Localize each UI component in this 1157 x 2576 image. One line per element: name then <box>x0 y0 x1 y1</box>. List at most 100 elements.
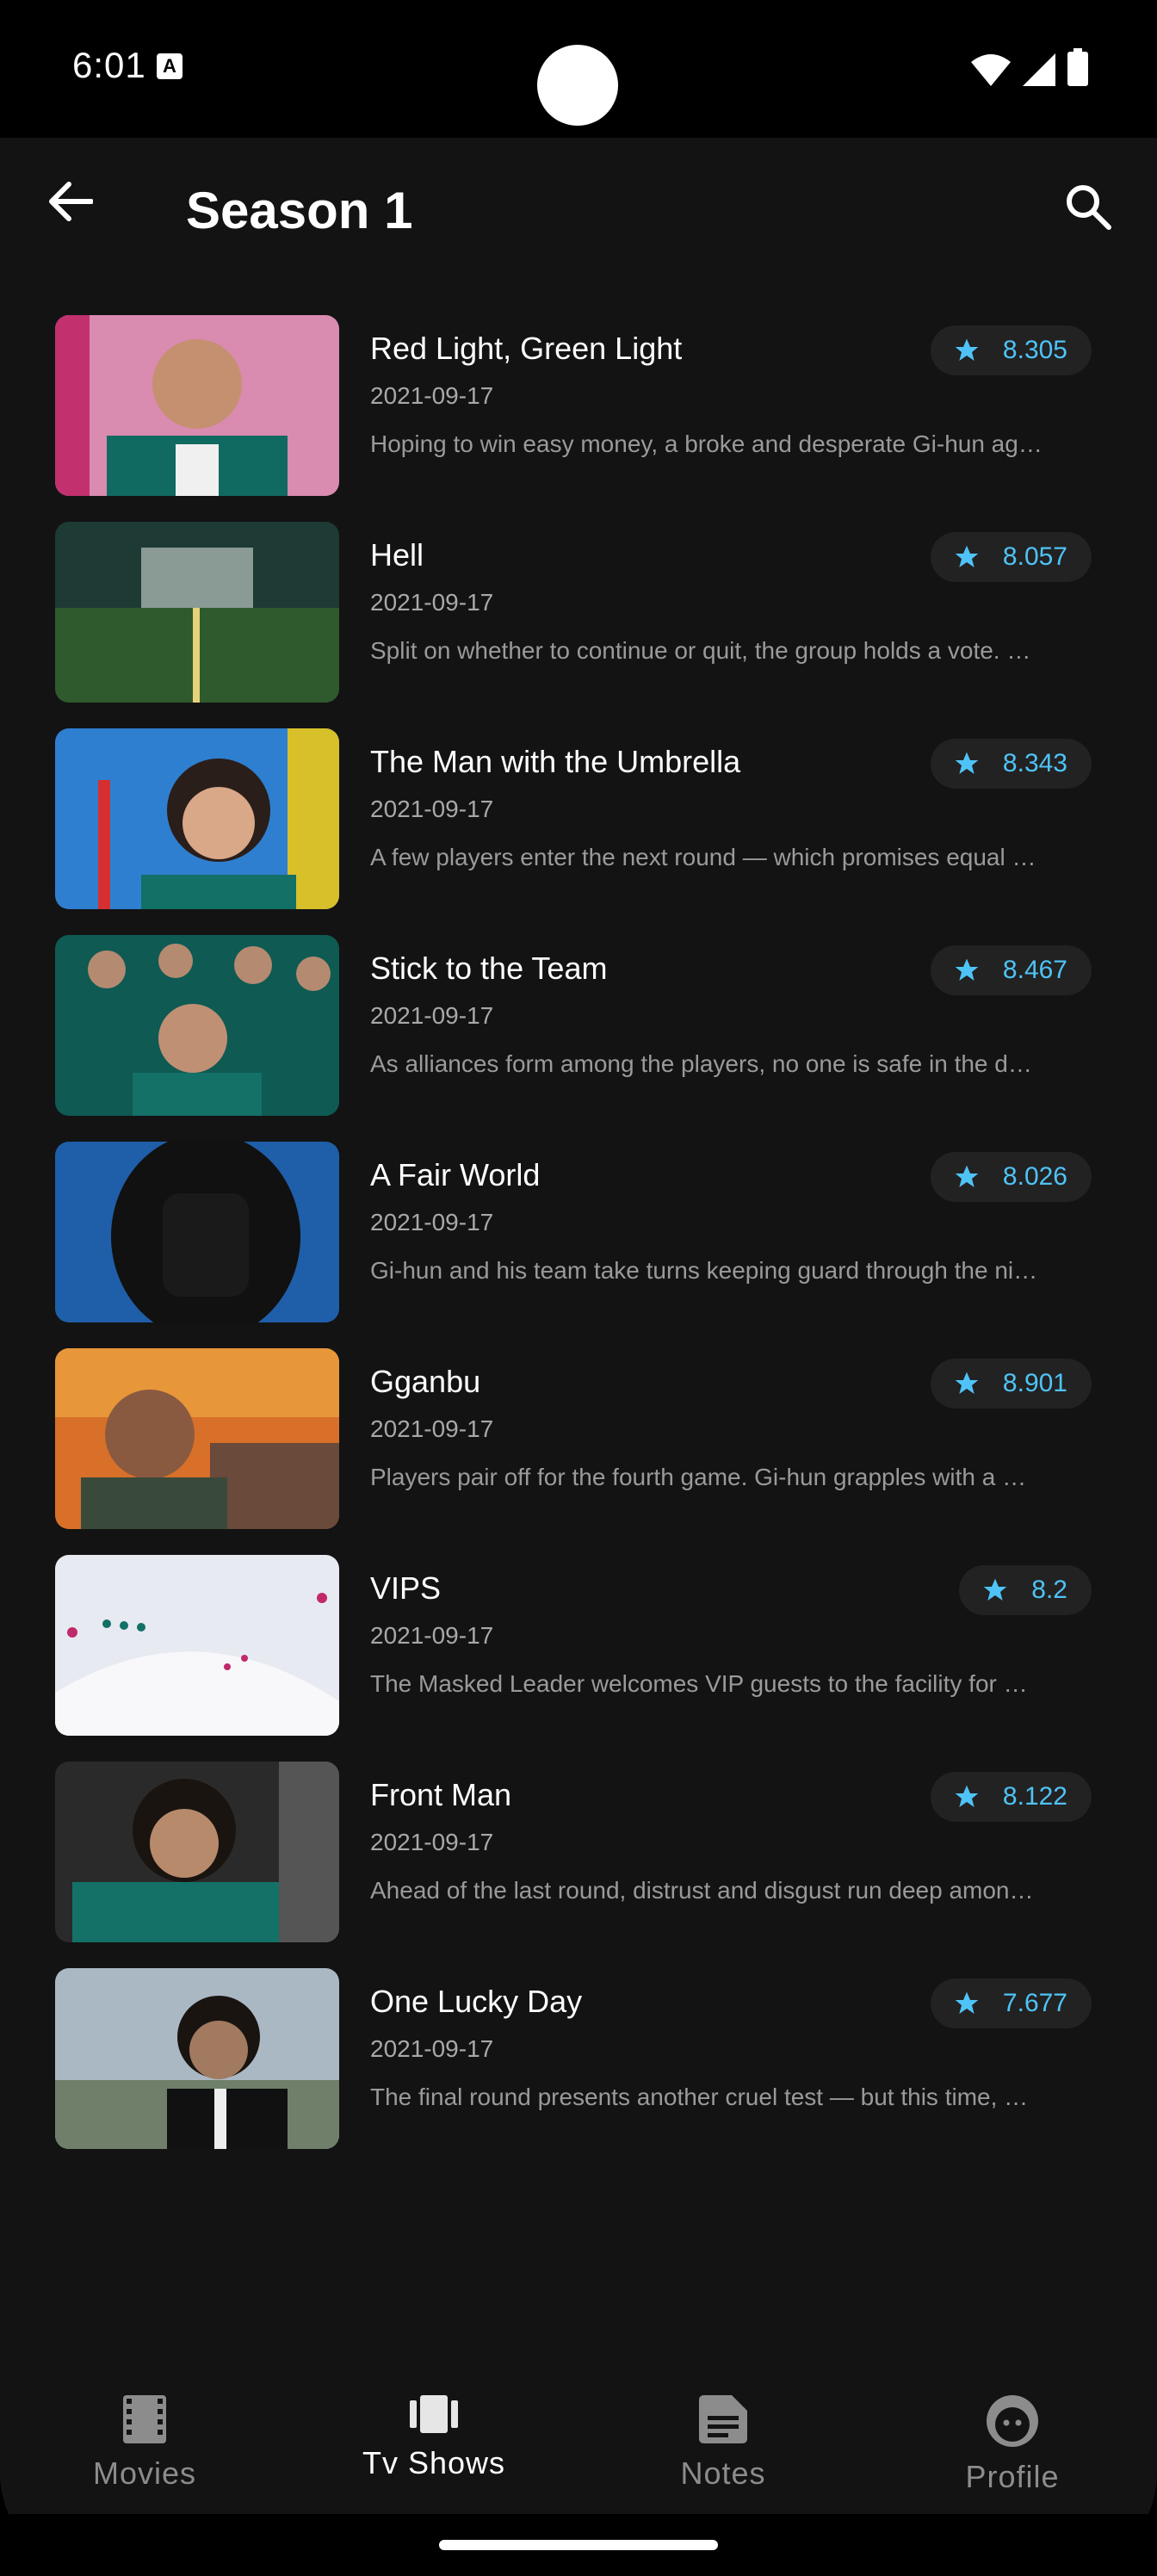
tv-shows-icon <box>410 2395 458 2433</box>
episode-thumbnail <box>55 1762 339 1942</box>
rating-value: 8.122 <box>1002 1782 1067 1811</box>
notification-icon: A <box>157 53 183 79</box>
status-time: 6:01 <box>72 45 146 85</box>
episode-date: 2021-09-17 <box>370 1002 494 1029</box>
rating-badge: 8.467 <box>930 945 1092 995</box>
rating-value: 8.2 <box>1031 1576 1067 1604</box>
signal-icon <box>1023 53 1055 86</box>
rating-value: 7.677 <box>1002 1989 1067 2017</box>
episode-date: 2021-09-17 <box>370 796 494 822</box>
nav-item-profile[interactable]: Profile <box>868 2359 1157 2514</box>
episode-date: 2021-09-17 <box>370 382 494 409</box>
episode-date: 2021-09-17 <box>370 1209 494 1235</box>
back-button[interactable] <box>41 172 100 231</box>
episode-thumbnail <box>55 728 339 909</box>
notification-badge-text: A <box>163 55 176 77</box>
nav-label: Movies <box>92 2455 197 2491</box>
episode-thumbnail <box>55 935 339 1116</box>
rating-badge: 8.122 <box>930 1772 1092 1822</box>
episode-date: 2021-09-17 <box>370 2035 494 2062</box>
episode-title: VIPS <box>370 1570 442 1606</box>
episode-title: A Fair World <box>370 1157 541 1192</box>
rating-badge: 8.2 <box>959 1565 1092 1615</box>
episode-title: Front Man <box>370 1777 512 1812</box>
page-title: Season 1 <box>186 182 413 239</box>
status-bar: 6:01 A <box>0 0 1157 138</box>
rating-badge: 8.026 <box>930 1152 1092 1202</box>
episode-title: Stick to the Team <box>370 951 608 986</box>
episode-list: Red Light, Green Light 2021-09-17 Hoping… <box>0 313 1157 2173</box>
camera-cutout <box>537 45 618 126</box>
episode-thumbnail <box>55 315 339 496</box>
star-icon <box>955 958 979 981</box>
episode-item[interactable]: A Fair World 2021-09-17 Gi-hun and his t… <box>0 1140 1157 1347</box>
profile-icon <box>987 2395 1038 2447</box>
wifi-icon <box>971 54 1011 86</box>
search-button[interactable] <box>1054 172 1123 241</box>
rating-badge: 8.057 <box>930 532 1092 582</box>
episode-date: 2021-09-17 <box>370 1415 494 1442</box>
episode-overview: The Masked Leader welcomes VIP guests to… <box>370 1670 1028 1697</box>
star-icon <box>955 752 979 774</box>
home-gesture-handle[interactable] <box>439 2540 718 2550</box>
episode-overview: The final round presents another cruel t… <box>370 2084 1029 2110</box>
rating-value: 8.467 <box>1002 956 1067 984</box>
episode-thumbnail <box>55 1348 339 1529</box>
episode-item[interactable]: Red Light, Green Light 2021-09-17 Hoping… <box>0 313 1157 520</box>
episode-title: One Lucky Day <box>370 1984 583 2019</box>
nav-item-tv-shows[interactable]: Tv Shows <box>289 2359 578 2514</box>
star-icon <box>955 545 979 567</box>
episode-title: Red Light, Green Light <box>370 331 683 366</box>
nav-item-movies[interactable]: Movies <box>0 2359 289 2514</box>
nav-item-notes[interactable]: Notes <box>578 2359 868 2514</box>
episode-overview: Ahead of the last round, distrust and di… <box>370 1877 1034 1904</box>
nav-label: Notes <box>680 2455 766 2491</box>
episode-thumbnail <box>55 1555 339 1736</box>
episode-date: 2021-09-17 <box>370 1622 494 1649</box>
star-icon <box>983 1578 1007 1601</box>
star-icon <box>955 1165 979 1187</box>
rating-badge: 8.305 <box>930 325 1092 375</box>
episode-thumbnail <box>55 1968 339 2149</box>
battery-icon <box>1067 48 1088 86</box>
episode-item[interactable]: Stick to the Team 2021-09-17 As alliance… <box>0 933 1157 1140</box>
episode-overview: Gi-hun and his team take turns keeping g… <box>370 1257 1038 1284</box>
rating-value: 8.057 <box>1002 542 1067 571</box>
episode-thumbnail <box>55 522 339 703</box>
arrow-left-icon <box>49 182 93 221</box>
episode-overview: Split on whether to continue or quit, th… <box>370 637 1031 664</box>
nav-label: Tv Shows <box>362 2445 506 2480</box>
episode-item[interactable]: The Man with the Umbrella 2021-09-17 A f… <box>0 727 1157 933</box>
star-icon <box>955 1372 979 1394</box>
episode-overview: Hoping to win easy money, a broke and de… <box>370 430 1043 457</box>
notes-icon <box>699 2395 747 2443</box>
episode-overview: As alliances form among the players, no … <box>370 1050 1032 1077</box>
episode-thumbnail <box>55 1142 339 1322</box>
episode-item[interactable]: Hell 2021-09-17 Split on whether to cont… <box>0 520 1157 727</box>
star-icon <box>955 1785 979 1807</box>
episode-title: The Man with the Umbrella <box>370 744 741 779</box>
rating-badge: 8.901 <box>930 1359 1092 1409</box>
nav-label: Profile <box>965 2459 1060 2494</box>
rating-value: 8.305 <box>1002 336 1067 364</box>
device-frame: 6:01 A Season 1 Red Light, Green Light 2… <box>0 0 1157 2576</box>
status-icons <box>971 48 1088 86</box>
rating-value: 8.343 <box>1002 749 1067 777</box>
star-icon <box>955 338 979 361</box>
episode-item[interactable]: Front Man 2021-09-17 Ahead of the last r… <box>0 1760 1157 1966</box>
film-icon <box>123 2395 166 2443</box>
rating-badge: 7.677 <box>930 1978 1092 2028</box>
app-bar: Season 1 <box>0 138 1157 284</box>
star-icon <box>955 1991 979 2014</box>
rating-value: 8.901 <box>1002 1369 1067 1397</box>
episode-item[interactable]: One Lucky Day 2021-09-17 The final round… <box>0 1966 1157 2173</box>
episode-overview: A few players enter the next round — whi… <box>370 844 1036 870</box>
episode-title: Gganbu <box>370 1364 481 1399</box>
episode-date: 2021-09-17 <box>370 1829 494 1855</box>
episode-date: 2021-09-17 <box>370 589 494 616</box>
search-icon <box>1067 185 1111 230</box>
episode-item[interactable]: Gganbu 2021-09-17 Players pair off for t… <box>0 1347 1157 1553</box>
episode-item[interactable]: VIPS 2021-09-17 The Masked Leader welcom… <box>0 1553 1157 1760</box>
episode-overview: Players pair off for the fourth game. Gi… <box>370 1464 1027 1490</box>
episode-title: Hell <box>370 537 424 573</box>
